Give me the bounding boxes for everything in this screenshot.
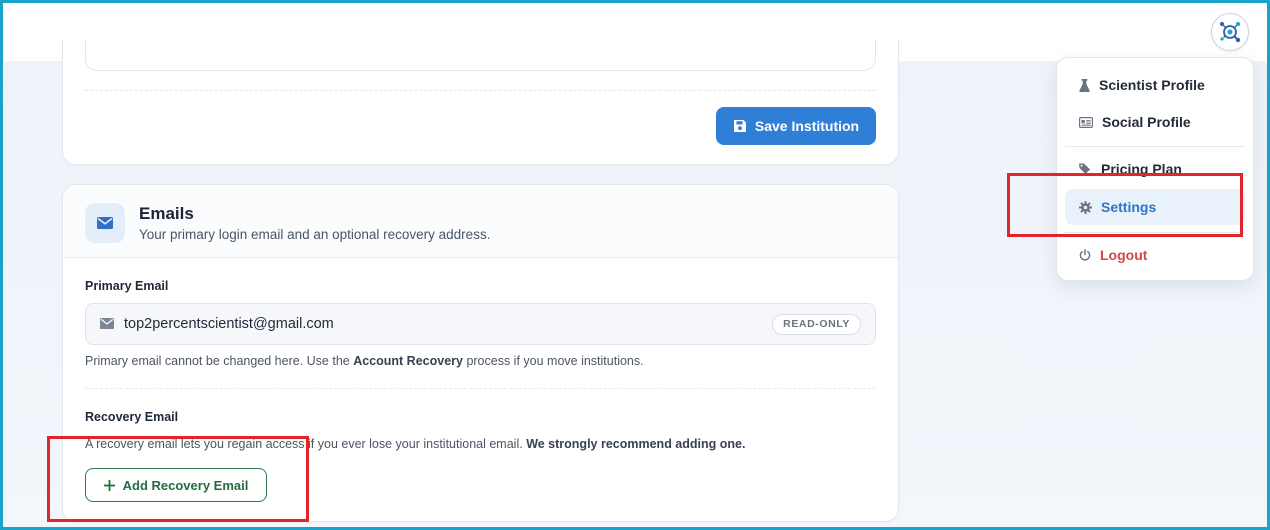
annotation-box-add-recovery xyxy=(47,436,309,522)
menu-item-label: Social Profile xyxy=(1102,114,1191,130)
primary-email-label: Primary Email xyxy=(85,279,169,293)
divider xyxy=(85,90,876,91)
menu-item-scientist-profile[interactable]: Scientist Profile xyxy=(1065,67,1245,103)
emails-card-header: Emails Your primary login email and an o… xyxy=(63,185,898,258)
envelope-icon xyxy=(85,203,125,243)
profile-dropdown-menu: Scientist Profile Social Profile Pricing… xyxy=(1056,57,1254,281)
recovery-email-label: Recovery Email xyxy=(85,410,179,424)
institution-field[interactable] xyxy=(85,39,876,71)
primary-email-field: top2percentscientist@gmail.com READ-ONLY xyxy=(85,303,876,345)
institution-card: Save Institution xyxy=(62,39,899,165)
profile-menu-button[interactable] xyxy=(1211,13,1249,51)
menu-item-social-profile[interactable]: Social Profile xyxy=(1065,104,1245,140)
app-window: Save Institution Emails Your primary log… xyxy=(0,0,1270,530)
menu-item-label: Scientist Profile xyxy=(1099,77,1205,93)
divider xyxy=(85,388,876,389)
network-molecule-icon xyxy=(1217,19,1243,45)
envelope-icon xyxy=(100,318,114,329)
save-institution-label: Save Institution xyxy=(754,118,860,134)
primary-help-suffix: process if you move institutions. xyxy=(462,354,644,368)
recommend-text: We strongly recommend adding one. xyxy=(526,437,746,451)
save-institution-button[interactable]: Save Institution xyxy=(716,107,876,145)
id-card-icon xyxy=(1079,116,1093,128)
account-recovery-text: Account Recovery xyxy=(353,354,463,368)
menu-item-label: Logout xyxy=(1100,247,1148,263)
primary-email-value: top2percentscientist@gmail.com xyxy=(124,316,334,332)
floppy-disk-icon xyxy=(733,119,747,133)
read-only-badge: READ-ONLY xyxy=(772,314,861,335)
menu-divider xyxy=(1065,146,1245,147)
emails-subtitle: Your primary login email and an optional… xyxy=(139,227,491,242)
menu-item-logout[interactable]: Logout xyxy=(1065,237,1245,273)
power-icon xyxy=(1079,249,1091,261)
annotation-box-settings xyxy=(1007,173,1243,237)
primary-help-text: Primary email cannot be changed here. Us… xyxy=(85,354,354,368)
flask-icon xyxy=(1079,78,1090,92)
primary-email-help: Primary email cannot be changed here. Us… xyxy=(85,354,644,368)
emails-title: Emails xyxy=(139,204,194,223)
